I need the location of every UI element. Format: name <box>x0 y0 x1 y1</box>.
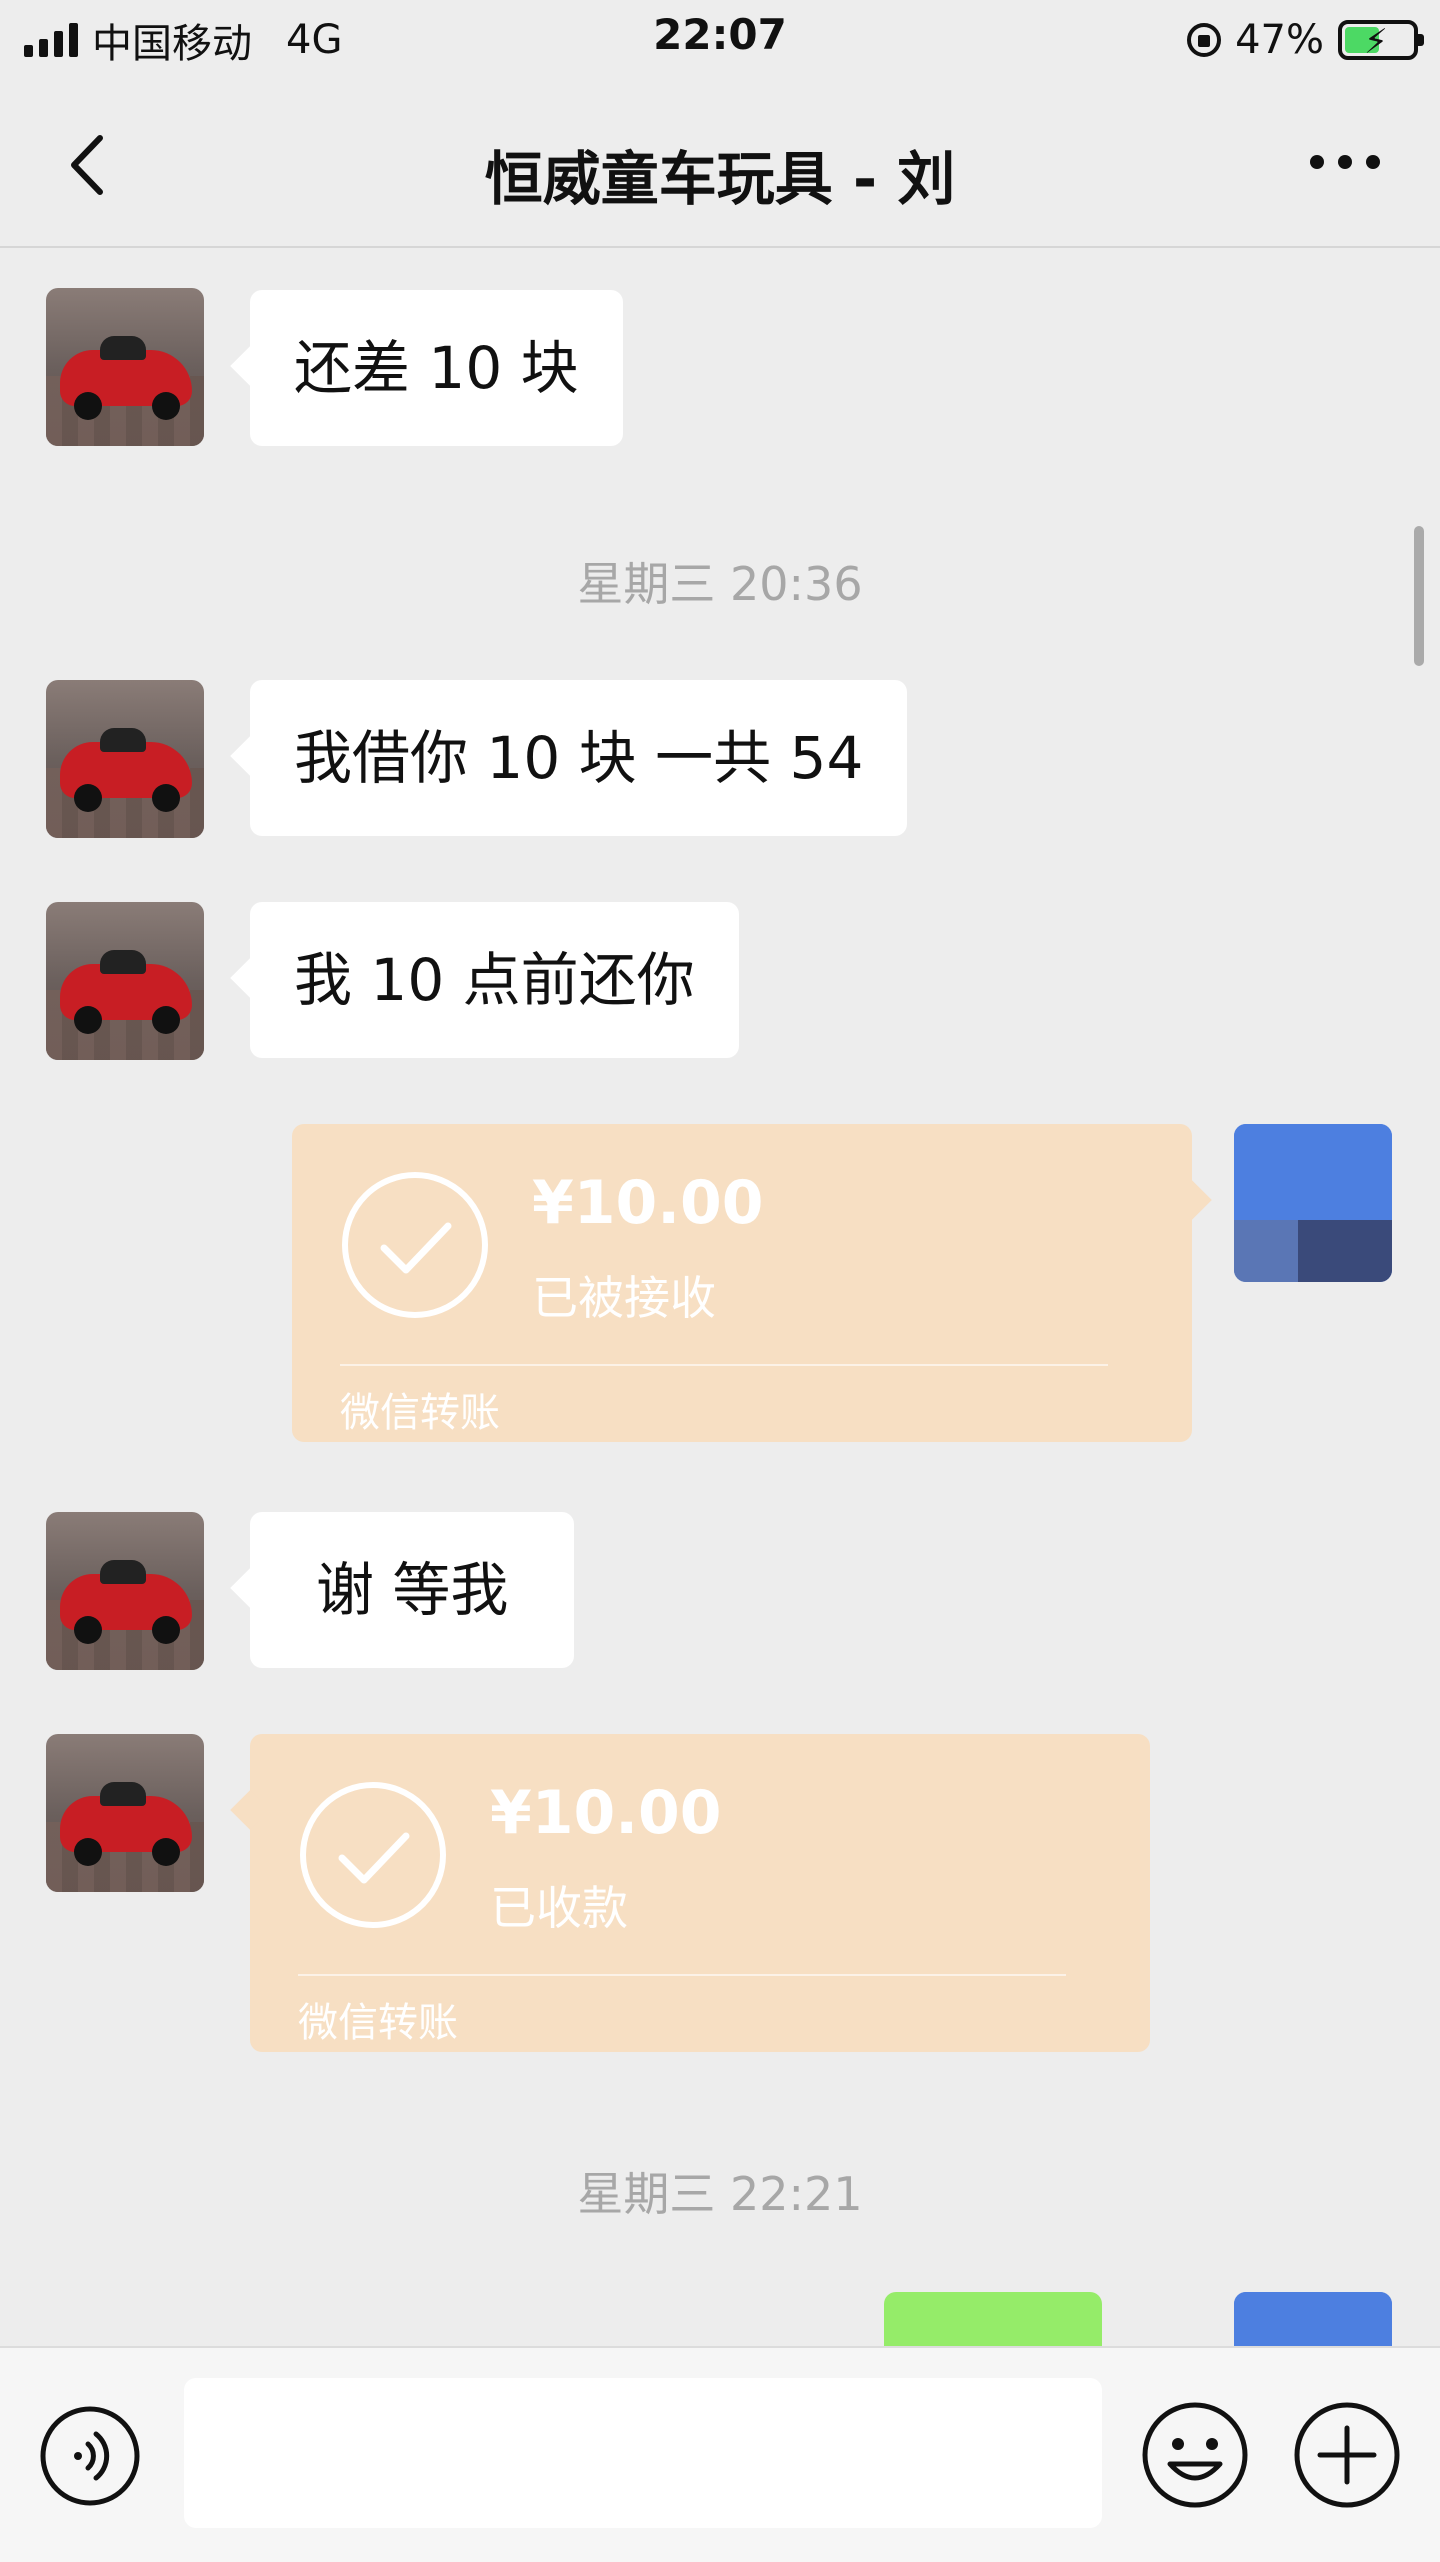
message-bubble[interactable]: 我借你 10 块 一共 54 <box>250 680 908 836</box>
voice-icon[interactable] <box>38 2404 142 2508</box>
message-input[interactable] <box>184 2378 1102 2528</box>
input-bar <box>0 2346 1440 2562</box>
transfer-status: 已被接收 <box>532 1271 716 1325</box>
contact-avatar[interactable] <box>46 1734 204 1892</box>
battery-icon: ⚡ <box>1338 20 1424 62</box>
check-circle-icon <box>300 1782 446 1928</box>
more-dots-icon[interactable] <box>1300 142 1390 182</box>
plus-icon[interactable] <box>1292 2400 1402 2510</box>
transfer-amount: ¥10.00 <box>532 1168 764 1238</box>
transfer-amount: ¥10.00 <box>490 1778 722 1848</box>
timestamp: 星期三 22:21 <box>577 2167 863 2221</box>
message-list[interactable]: 还差 10 块 星期三 20:36 我借你 10 块 一共 54 我 10 点前… <box>0 248 1440 2346</box>
contact-avatar[interactable] <box>46 288 204 446</box>
message-bubble[interactable]: 谢 等我 <box>250 1512 575 1668</box>
timestamp: 星期三 20:36 <box>577 557 863 611</box>
my-avatar[interactable] <box>1234 2292 1392 2346</box>
contact-avatar[interactable] <box>46 680 204 838</box>
transfer-status: 已收款 <box>490 1881 628 1935</box>
message-bubble[interactable]: 我 10 点前还你 <box>250 902 739 1058</box>
rotation-lock-icon <box>1187 23 1222 57</box>
status-right: 47% ⚡ <box>1187 12 1424 68</box>
transfer-card[interactable]: ¥10.00 已被接收 微信转账 <box>292 1124 1192 1442</box>
message-bubble[interactable]: 还差 10 块 <box>250 290 623 446</box>
my-avatar[interactable] <box>1234 1124 1392 1282</box>
divider <box>340 1364 1108 1366</box>
battery-percent: 47% <box>1235 17 1324 63</box>
transfer-card[interactable]: ¥10.00 已收款 微信转账 <box>250 1734 1150 2052</box>
contact-avatar[interactable] <box>46 1512 204 1670</box>
chat-header: 恒威童车玩具 - 刘 <box>0 80 1440 248</box>
check-circle-icon <box>342 1172 488 1318</box>
message-bubble-partial[interactable] <box>884 2292 1102 2346</box>
chat-title: 恒威童车玩具 - 刘 <box>484 145 956 213</box>
emoji-icon[interactable] <box>1140 2400 1250 2510</box>
transfer-label: 微信转账 <box>340 1390 500 1436</box>
divider <box>298 1974 1066 1976</box>
contact-avatar[interactable] <box>46 902 204 1060</box>
status-bar: 中国移动 4G 22:07 47% ⚡ <box>0 0 1440 80</box>
transfer-label: 微信转账 <box>298 2000 458 2046</box>
